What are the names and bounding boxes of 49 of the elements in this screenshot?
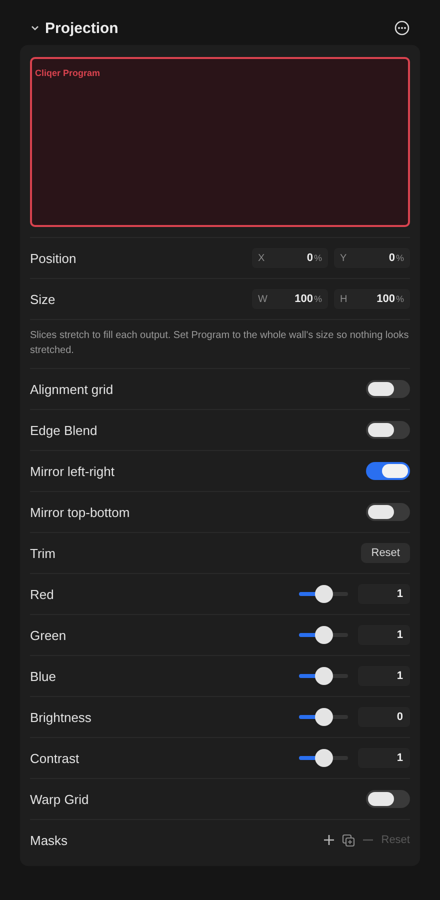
add-button[interactable] — [323, 834, 336, 846]
plus-icon — [323, 834, 336, 846]
duplicate-icon — [342, 834, 356, 846]
preview-label: Cliqer Program — [35, 68, 100, 78]
slider[interactable] — [299, 708, 348, 726]
row-label: Contrast — [30, 750, 80, 766]
row-label: Position — [30, 250, 78, 266]
slider[interactable] — [299, 749, 348, 767]
row-label: Red — [30, 586, 55, 602]
toggle-switch[interactable] — [366, 462, 410, 480]
value-field[interactable]: 1 — [358, 584, 410, 604]
toggle-switch[interactable] — [366, 503, 410, 521]
more-icon — [394, 20, 410, 36]
value-field[interactable]: 1 — [358, 748, 410, 768]
number-field[interactable]: X 0% — [252, 248, 328, 268]
more-button[interactable] — [394, 20, 410, 36]
section-title: Projection — [45, 20, 120, 36]
slider[interactable] — [299, 667, 348, 685]
toggle-switch[interactable] — [366, 380, 410, 398]
row-label: Alignment grid — [30, 382, 114, 396]
value-field[interactable]: 1 — [358, 666, 410, 686]
row-label: Masks — [30, 832, 69, 848]
row-label: Size — [30, 292, 56, 306]
slider-thumb[interactable] — [314, 708, 332, 726]
slider-thumb[interactable] — [314, 585, 332, 603]
duplicate-button[interactable] — [342, 834, 356, 846]
row-label: Mirror top-bottom — [30, 504, 131, 520]
chevron-icon[interactable] — [30, 23, 40, 33]
row-label: Blue — [30, 668, 58, 684]
number-field[interactable]: H 100% — [334, 289, 410, 309]
row-label: Green — [30, 628, 68, 642]
row-label: Warp Grid — [30, 792, 90, 806]
row-label: Trim — [30, 546, 57, 560]
value-field[interactable]: 0 — [358, 707, 410, 727]
row-label: Brightness — [30, 710, 92, 724]
reset-button[interactable]: Reset — [361, 543, 410, 563]
row-label: Edge Blend — [30, 422, 98, 438]
value-field[interactable]: 1 — [358, 625, 410, 645]
toggle-switch[interactable] — [366, 790, 410, 808]
row-label: Mirror left-right — [30, 464, 116, 478]
slider[interactable] — [299, 585, 348, 603]
help-text: Slices stretch to fill each output. Set Program to the whole wall's size so nothing looks stretched. — [30, 319, 410, 368]
slider-thumb[interactable] — [314, 626, 332, 644]
slider[interactable] — [299, 626, 348, 644]
slider-thumb[interactable] — [314, 667, 332, 685]
toggle-switch[interactable] — [366, 421, 410, 439]
number-field[interactable]: Y 0% — [334, 248, 410, 268]
number-field[interactable]: W 100% — [252, 289, 328, 309]
slider-thumb[interactable] — [314, 749, 332, 767]
